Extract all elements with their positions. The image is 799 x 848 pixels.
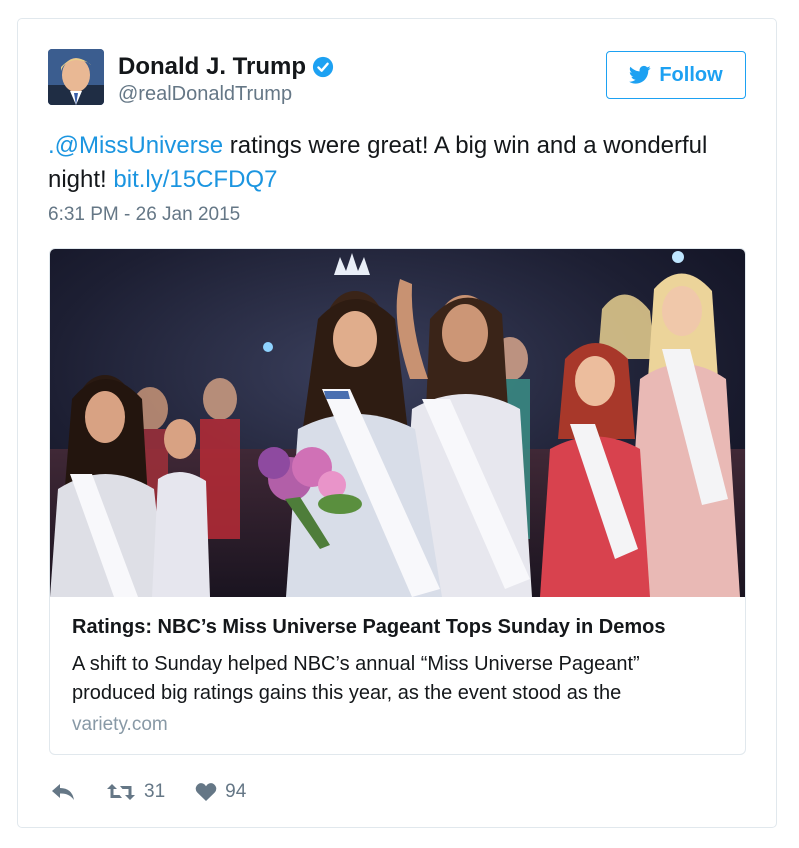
heart-icon — [195, 783, 217, 801]
reply-icon — [52, 784, 74, 800]
reply-button[interactable] — [50, 782, 76, 802]
mention-link[interactable]: .@MissUniverse — [48, 132, 223, 159]
like-button[interactable]: 94 — [195, 781, 246, 803]
card-description: A shift to Sunday helped NBC’s annual “M… — [72, 653, 640, 704]
card-image[interactable] — [50, 249, 745, 597]
retweet-count: 31 — [144, 781, 166, 802]
tweet-actions: 31 94 — [50, 779, 246, 805]
like-count: 94 — [225, 781, 247, 802]
verified-badge-icon — [312, 56, 334, 78]
tweet-header: Donald J. Trump @realDonaldTrump Follow — [48, 49, 746, 109]
follow-button[interactable]: Follow — [606, 51, 746, 99]
tweet-text: .@MissUniverse ratings were great! A big… — [48, 129, 748, 197]
card-domain: variety.com — [72, 714, 168, 735]
twitter-bird-icon — [629, 65, 651, 84]
name-row: Donald J. Trump — [118, 53, 334, 81]
user-name[interactable]: Donald J. Trump — [118, 53, 306, 81]
follow-button-label: Follow — [659, 63, 723, 86]
retweet-icon — [107, 784, 135, 800]
short-link[interactable]: bit.ly/15CFDQ7 — [113, 166, 277, 193]
retweet-button[interactable]: 31 — [106, 781, 165, 803]
link-preview-card[interactable]: Ratings: NBC’s Miss Universe Pageant Top… — [49, 248, 746, 755]
tweet-card: Donald J. Trump @realDonaldTrump Follow … — [17, 18, 777, 828]
card-title[interactable]: Ratings: NBC’s Miss Universe Pageant Top… — [72, 616, 665, 639]
user-handle[interactable]: @realDonaldTrump — [118, 83, 292, 106]
avatar[interactable] — [48, 49, 104, 105]
tweet-timestamp[interactable]: 6:31 PM - 26 Jan 2015 — [48, 204, 240, 226]
